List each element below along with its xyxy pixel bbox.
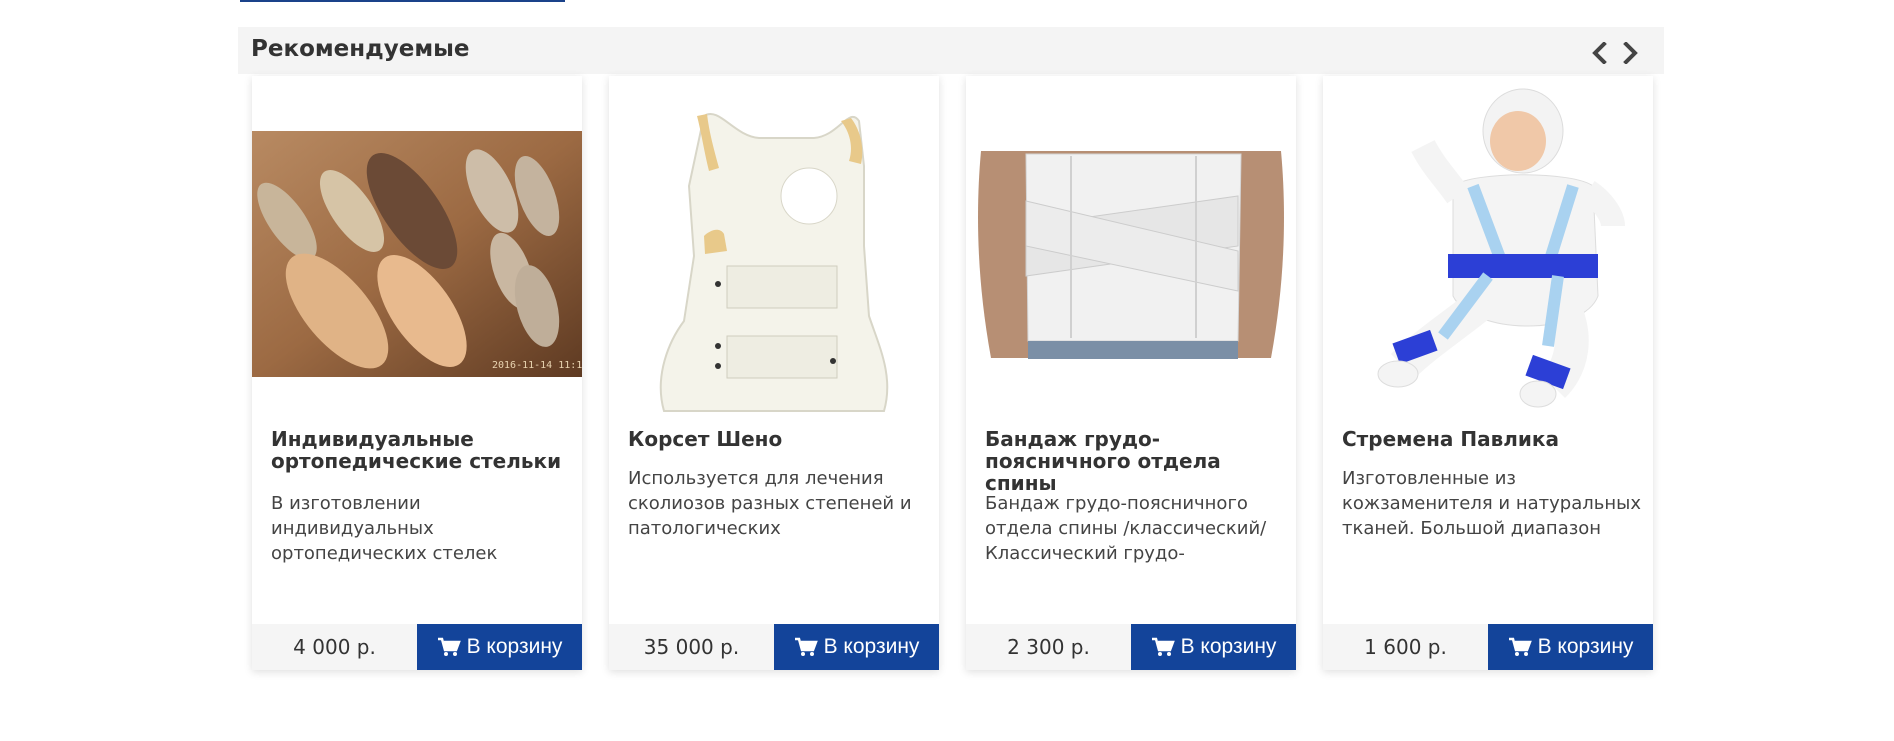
add-to-cart-button[interactable]: В корзину — [417, 624, 582, 670]
product-footer: 1 600 р. В корзину — [1323, 624, 1653, 670]
chevron-left-icon — [1592, 42, 1607, 64]
product-description: В изготовлении индивидуальных ортопедиче… — [271, 493, 498, 564]
cart-icon — [794, 637, 818, 657]
product-image-pavlik-harness[interactable] — [1323, 76, 1653, 421]
product-footer: 35 000 р. В корзину — [609, 624, 939, 670]
cart-icon — [437, 637, 461, 657]
top-accent-bar — [240, 0, 565, 2]
carousel-prev-button[interactable] — [1588, 40, 1612, 66]
add-to-cart-label: В корзину — [1180, 635, 1277, 658]
recommended-module: Рекомендуемые 2016-11-14 11:11 Индивидуа… — [238, 27, 1664, 710]
product-price: 4 000 р. — [252, 624, 417, 670]
add-to-cart-label: В корзину — [823, 635, 920, 658]
product-card[interactable]: 2016-11-14 11:11 Индивидуальные ортопеди… — [252, 76, 582, 670]
module-header: Рекомендуемые — [238, 27, 1664, 74]
carousel-nav — [1588, 40, 1642, 66]
add-to-cart-button[interactable]: В корзину — [1131, 624, 1296, 670]
product-title[interactable]: Бандаж грудо-поясничного отдела спины — [985, 428, 1285, 494]
product-card[interactable]: Стремена Павлика Изготовленные из кожзам… — [1323, 76, 1653, 670]
product-footer: 4 000 р. В корзину — [252, 624, 582, 670]
image-date-stamp: 2016-11-14 11:11 — [492, 360, 582, 371]
product-card[interactable]: Бандаж грудо-поясничного отдела спины Ба… — [966, 76, 1296, 670]
product-description: Изготовленные из кожзаменителя и натурал… — [1342, 468, 1641, 539]
cart-icon — [1508, 637, 1532, 657]
product-price: 2 300 р. — [966, 624, 1131, 670]
product-price: 35 000 р. — [609, 624, 774, 670]
add-to-cart-button[interactable]: В корзину — [774, 624, 939, 670]
product-footer: 2 300 р. В корзину — [966, 624, 1296, 670]
product-description: Используется для лечения сколиозов разны… — [628, 468, 912, 539]
carousel-next-button[interactable] — [1618, 40, 1642, 66]
add-to-cart-label: В корзину — [466, 635, 563, 658]
product-card[interactable]: Корсет Шено Используется для лечения ско… — [609, 76, 939, 670]
chevron-right-icon — [1623, 42, 1638, 64]
product-image-corset[interactable] — [609, 76, 939, 421]
product-description: Бандаж грудо-поясничного отдела спины /к… — [985, 493, 1267, 564]
cart-icon — [1151, 637, 1175, 657]
product-title[interactable]: Индивидуальные ортопедические стельки — [271, 428, 571, 472]
product-title[interactable]: Стремена Павлика — [1342, 428, 1642, 450]
module-title: Рекомендуемые — [251, 36, 470, 62]
product-title[interactable]: Корсет Шено — [628, 428, 928, 450]
product-carousel: 2016-11-14 11:11 Индивидуальные ортопеди… — [252, 76, 1653, 676]
product-price: 1 600 р. — [1323, 624, 1488, 670]
page: Рекомендуемые 2016-11-14 11:11 Индивидуа… — [0, 0, 1894, 741]
product-image-bandage[interactable] — [966, 76, 1296, 421]
add-to-cart-button[interactable]: В корзину — [1488, 624, 1653, 670]
product-image-insoles[interactable]: 2016-11-14 11:11 — [252, 76, 582, 421]
add-to-cart-label: В корзину — [1537, 635, 1634, 658]
